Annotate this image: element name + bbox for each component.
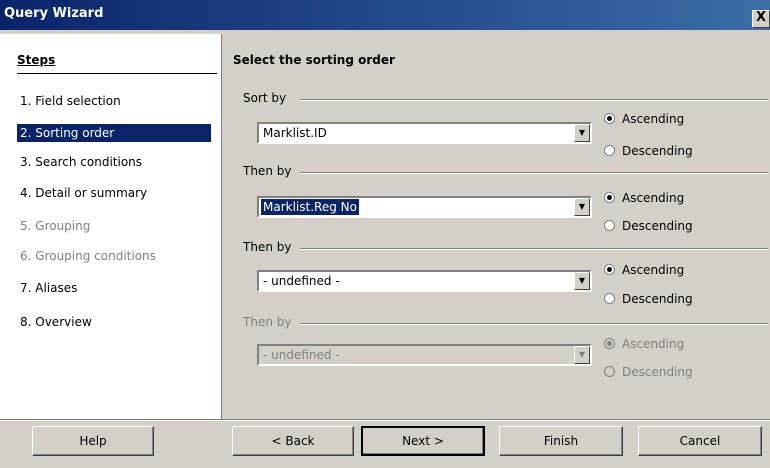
radio-checked-icon (604, 113, 615, 124)
step-grouping: 5. Grouping (20, 219, 91, 233)
then-by-2-descending-radio[interactable]: Descending (604, 291, 693, 307)
group-divider (300, 99, 768, 101)
then-by-1-ascending-radio[interactable]: Ascending (604, 190, 684, 206)
step-search-conditions[interactable]: 3. Search conditions (17, 153, 211, 171)
radio-checked-icon (604, 264, 615, 275)
cancel-button[interactable]: Cancel (638, 426, 762, 456)
then-by-3-label: Then by (243, 315, 296, 329)
then-by-3-ascending-radio: Ascending (604, 336, 684, 352)
sort-by-ascending-radio[interactable]: Ascending (604, 111, 684, 127)
sort-by-select[interactable]: Marklist.ID ▼ (257, 122, 592, 144)
radio-unchecked-icon (604, 220, 615, 231)
sort-by-value: Marklist.ID (263, 126, 327, 140)
radio-checked-icon (604, 192, 615, 203)
then-by-2-label: Then by (243, 240, 296, 254)
steps-title: Steps (17, 53, 56, 67)
sort-by-label: Sort by (243, 91, 291, 105)
chevron-down-icon: ▼ (574, 346, 590, 364)
radio-unchecked-icon (604, 366, 615, 377)
step-field-selection[interactable]: 1. Field selection (17, 92, 211, 110)
title-bar: Query Wizard X (0, 0, 770, 30)
chevron-down-icon[interactable]: ▼ (574, 124, 590, 142)
group-divider (300, 323, 768, 325)
then-by-3-descending-radio: Descending (604, 364, 693, 380)
next-button[interactable]: Next > (361, 426, 485, 456)
then-by-1-descending-radio[interactable]: Descending (604, 218, 693, 234)
then-by-3-select: - undefined - ▼ (257, 344, 592, 366)
main-panel: Select the sorting order Sort by Marklis… (222, 34, 770, 419)
help-button[interactable]: Help (32, 426, 154, 456)
step-detail-or-summary[interactable]: 4. Detail or summary (17, 184, 211, 202)
finish-button[interactable]: Finish (499, 426, 623, 456)
group-divider (300, 172, 768, 174)
chevron-down-icon[interactable]: ▼ (574, 272, 590, 290)
then-by-2-ascending-radio[interactable]: Ascending (604, 262, 684, 278)
radio-unchecked-icon (604, 145, 615, 156)
sort-by-descending-radio[interactable]: Descending (604, 143, 693, 159)
step-grouping-conditions: 6. Grouping conditions (20, 249, 156, 263)
steps-panel: Steps 1. Field selection 2. Sorting orde… (0, 34, 222, 419)
then-by-1-select[interactable]: Marklist.Reg No ▼ (257, 196, 592, 218)
step-sorting-order[interactable]: 2. Sorting order (17, 124, 211, 142)
chevron-down-icon[interactable]: ▼ (574, 198, 590, 216)
steps-divider (17, 73, 217, 74)
page-title: Select the sorting order (233, 53, 395, 67)
bottom-separator (0, 419, 770, 421)
step-aliases[interactable]: 7. Aliases (17, 279, 211, 297)
window-title: Query Wizard (4, 6, 104, 21)
then-by-3-value: - undefined - (263, 348, 340, 362)
radio-checked-icon (604, 338, 615, 349)
then-by-1-label: Then by (243, 164, 296, 178)
then-by-1-value: Marklist.Reg No (260, 198, 360, 216)
step-overview[interactable]: 8. Overview (17, 313, 211, 331)
then-by-2-value: - undefined - (263, 274, 340, 288)
close-icon[interactable]: X (752, 10, 770, 28)
then-by-2-select[interactable]: - undefined - ▼ (257, 270, 592, 292)
back-button[interactable]: < Back (232, 426, 354, 456)
group-divider (300, 248, 768, 250)
radio-unchecked-icon (604, 293, 615, 304)
